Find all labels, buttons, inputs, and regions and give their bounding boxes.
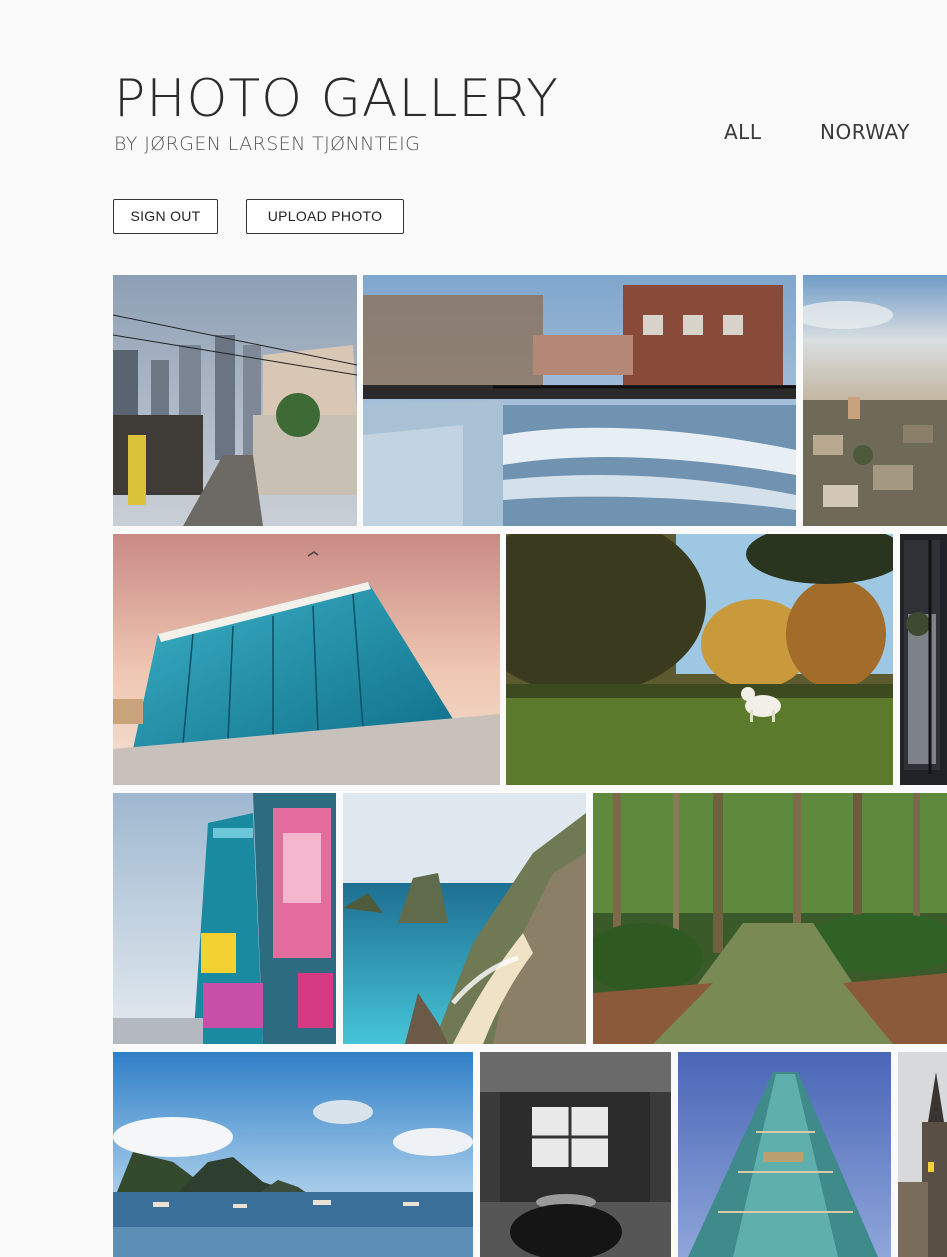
- photo-tile[interactable]: [678, 1052, 891, 1257]
- photo-skyscraper-up: [678, 1052, 891, 1257]
- photo-tile[interactable]: [113, 275, 357, 526]
- photo-tile[interactable]: [480, 1052, 671, 1257]
- nav-item-all[interactable]: ALL: [724, 120, 761, 144]
- photo-cathedral: [898, 1052, 947, 1257]
- photo-city-street: [113, 275, 357, 526]
- photo-tile[interactable]: [113, 1052, 473, 1257]
- photo-tile[interactable]: [900, 534, 947, 785]
- sign-out-button[interactable]: SIGN OUT: [113, 199, 218, 234]
- photo-tile[interactable]: [343, 793, 586, 1044]
- page-title: PHOTO GALLERY: [114, 69, 559, 129]
- photo-tile[interactable]: [506, 534, 893, 785]
- photo-tile[interactable]: [898, 1052, 947, 1257]
- photo-aerial-city: [803, 275, 947, 526]
- photo-abandoned-room: [480, 1052, 671, 1257]
- photo-tile[interactable]: [113, 534, 500, 785]
- photo-river-bridge: [363, 275, 796, 526]
- photo-dog-in-park: [506, 534, 893, 785]
- upload-photo-button[interactable]: UPLOAD PHOTO: [246, 199, 404, 234]
- photo-tile[interactable]: [363, 275, 796, 526]
- photo-tile[interactable]: [113, 793, 336, 1044]
- photo-forest-path: [593, 793, 947, 1044]
- nav-item-norway[interactable]: NORWAY: [820, 120, 910, 144]
- photo-tile[interactable]: [593, 793, 947, 1044]
- photo-dark-doorway: [900, 534, 947, 785]
- photo-bay-with-boats: [113, 1052, 473, 1257]
- photo-tropical-coast: [343, 793, 586, 1044]
- photo-tile[interactable]: [803, 275, 947, 526]
- photo-building-billboards: [113, 793, 336, 1044]
- photo-opera-house: [113, 534, 500, 785]
- page-subtitle: BY JØRGEN LARSEN TJØNNTEIG: [114, 133, 421, 155]
